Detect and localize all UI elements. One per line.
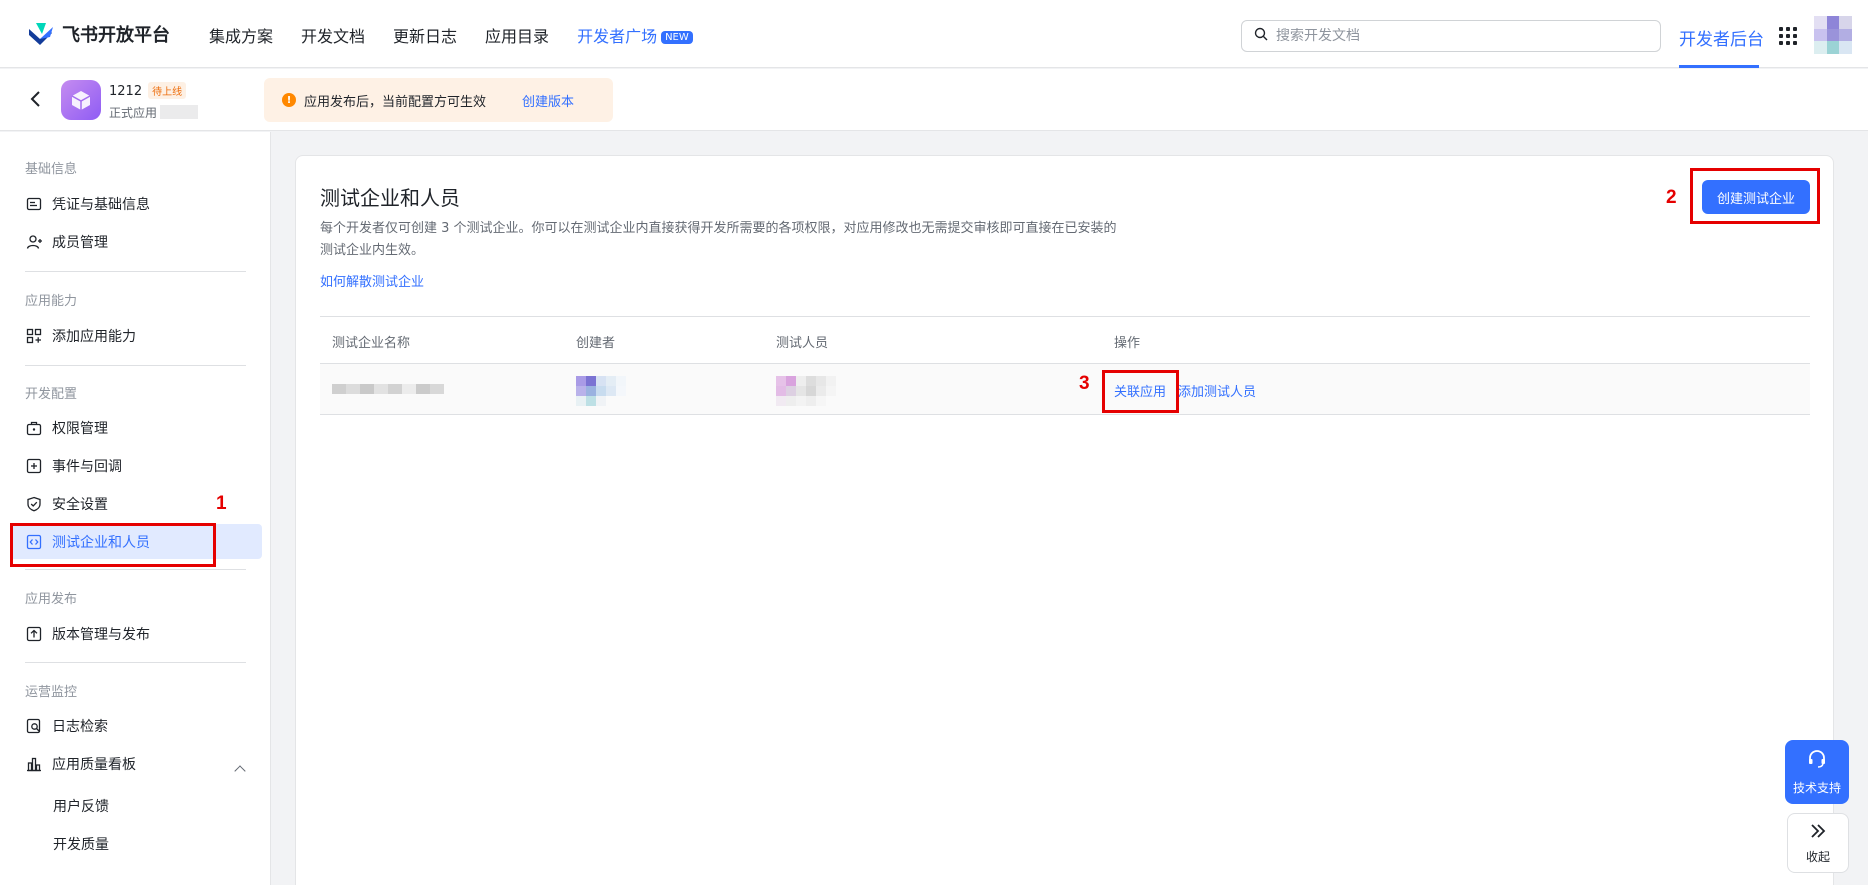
tech-support-button[interactable]: 技术支持 — [1785, 740, 1849, 804]
add-tester-link[interactable]: 添加测试人员 — [1178, 381, 1256, 400]
nav-links: 集成方案 开发文档 更新日志 应用目录 开发者广场 NEW — [209, 23, 693, 47]
main-card: 测试企业和人员 每个开发者仅可创建 3 个测试企业。你可以在测试企业内直接获得开… — [295, 155, 1834, 885]
nav-link-app-directory[interactable]: 应用目录 — [485, 23, 549, 47]
log-search-icon — [26, 718, 42, 734]
sidebar-group-basic: 基础信息 — [25, 162, 78, 177]
briefcase-lock-icon — [26, 420, 42, 436]
test-enterprise-table: 测试企业名称 创建者 测试人员 操作 关联应用 添加测试人员 — [320, 316, 1810, 415]
shield-icon — [26, 496, 42, 512]
annotation-box-1 — [10, 523, 216, 567]
table-row: 关联应用 添加测试人员 — [320, 364, 1810, 415]
nav-link-changelog[interactable]: 更新日志 — [393, 23, 457, 47]
id-card-icon — [26, 196, 42, 212]
sidebar-item-label: 应用质量看板 — [52, 756, 136, 773]
sidebar-group-dev-config: 开发配置 — [25, 387, 78, 402]
divider — [25, 365, 246, 366]
headset-icon — [1806, 748, 1828, 773]
annotation-number-1: 1 — [216, 493, 227, 514]
table-header: 测试企业名称 创建者 测试人员 操作 — [320, 316, 1810, 364]
user-add-icon — [26, 234, 42, 250]
sidebar-group-ops: 运营监控 — [25, 685, 78, 700]
sidebar-item-label: 版本管理与发布 — [52, 626, 150, 643]
sidebar-item-quality-board[interactable]: 应用质量看板 — [10, 746, 262, 781]
column-header-name: 测试企业名称 — [332, 336, 411, 351]
sidebar-item-label: 添加应用能力 — [52, 328, 136, 345]
brand-name: 飞书开放平台 — [62, 25, 170, 46]
search-icon — [1254, 27, 1268, 45]
double-chevron-right-icon — [1808, 821, 1828, 844]
blurred-creator-avatar — [576, 376, 626, 406]
column-header-testers: 测试人员 — [776, 336, 829, 351]
app-name-text: 1212 — [109, 84, 143, 99]
sidebar-item-log-search[interactable]: 日志检索 — [10, 708, 262, 743]
annotation-box-2 — [1690, 168, 1820, 224]
column-header-actions: 操作 — [1114, 336, 1141, 351]
status-badge: 待上线 — [148, 82, 187, 99]
sidebar-item-members[interactable]: 成员管理 — [10, 224, 262, 259]
active-indicator — [1679, 65, 1759, 68]
app-icon — [61, 80, 101, 120]
notice-text: 应用发布后，当前配置方可生效 — [304, 94, 487, 110]
warning-icon: ! — [282, 93, 296, 107]
search-box[interactable] — [1241, 20, 1661, 52]
nav-link-docs[interactable]: 开发文档 — [301, 23, 365, 47]
sidebar-item-label: 权限管理 — [52, 420, 108, 437]
search-input[interactable] — [1276, 28, 1636, 44]
app-type-text: 正式应用 — [109, 106, 158, 120]
avatar[interactable] — [1814, 16, 1852, 54]
sidebar-item-events[interactable]: 事件与回调 — [10, 448, 262, 483]
nav-link-solutions[interactable]: 集成方案 — [209, 23, 273, 47]
app-bar: 1212 待上线 正式应用 ! 应用发布后，当前配置方可生效 创建版本 — [0, 69, 1868, 131]
divider — [25, 569, 246, 570]
event-box-icon — [26, 458, 42, 474]
sidebar-item-version-release[interactable]: 版本管理与发布 — [10, 616, 262, 651]
top-nav: 飞书开放平台 集成方案 开发文档 更新日志 应用目录 开发者广场NEW 开发者后… — [0, 0, 1868, 68]
brand[interactable]: 飞书开放平台 — [26, 21, 170, 47]
grid-add-icon — [26, 328, 42, 344]
blurred-app-id — [160, 105, 199, 119]
collapse-label: 收起 — [1805, 850, 1830, 864]
sidebar-item-label: 安全设置 — [52, 496, 108, 513]
app-name: 1212 待上线 — [109, 82, 187, 99]
sidebar-subitem-user-feedback[interactable]: 用户反馈 — [53, 796, 109, 816]
collapse-button[interactable]: 收起 — [1787, 813, 1849, 873]
tech-support-label: 技术支持 — [1792, 781, 1841, 795]
sidebar-subitem-dev-quality[interactable]: 开发质量 — [53, 834, 109, 854]
sidebar-item-label: 凭证与基础信息 — [52, 196, 150, 213]
nav-link-developer-square[interactable]: 开发者广场 NEW — [577, 23, 693, 47]
annotation-box-3 — [1102, 370, 1179, 413]
column-header-creator: 创建者 — [576, 336, 616, 351]
new-badge: NEW — [661, 31, 693, 44]
nav-link-developer-square-label: 开发者广场 — [577, 27, 658, 46]
sidebar-group-release: 应用发布 — [25, 592, 78, 607]
back-arrow-icon[interactable] — [26, 89, 46, 109]
feishu-logo-icon — [26, 21, 54, 47]
bar-chart-icon — [26, 756, 42, 772]
apps-grid-icon[interactable] — [1779, 27, 1797, 45]
page-description: 每个开发者仅可创建 3 个测试企业。你可以在测试企业内直接获得开发所需要的各项权… — [320, 221, 1117, 258]
app-type: 正式应用 — [109, 104, 199, 121]
sidebar-item-add-capability[interactable]: 添加应用能力 — [10, 318, 262, 353]
sidebar-group-capabilities: 应用能力 — [25, 294, 78, 309]
sidebar-item-label: 成员管理 — [52, 234, 108, 251]
sidebar-item-label: 事件与回调 — [52, 458, 122, 475]
sidebar-item-label: 日志检索 — [52, 718, 108, 735]
developer-console-link[interactable]: 开发者后台 — [1679, 25, 1764, 50]
sidebar-item-permissions[interactable]: 权限管理 — [10, 410, 262, 445]
divider — [25, 662, 246, 663]
create-version-link[interactable]: 创建版本 — [522, 91, 574, 110]
divider — [25, 271, 246, 272]
sidebar: 基础信息 凭证与基础信息 成员管理 应用能力 添加应用能力 开发配置 权限管理 … — [0, 132, 271, 885]
publish-notice: ! 应用发布后，当前配置方可生效 创建版本 — [264, 78, 613, 122]
upload-box-icon — [26, 626, 42, 642]
annotation-number-3: 3 — [1079, 373, 1090, 394]
dissolve-help-link[interactable]: 如何解散测试企业 — [320, 271, 424, 290]
page-title: 测试企业和人员 — [320, 186, 460, 210]
blurred-tester-avatars — [776, 376, 836, 406]
blurred-enterprise-name — [332, 384, 444, 394]
sidebar-item-credentials[interactable]: 凭证与基础信息 — [10, 186, 262, 221]
annotation-number-2: 2 — [1666, 187, 1677, 208]
